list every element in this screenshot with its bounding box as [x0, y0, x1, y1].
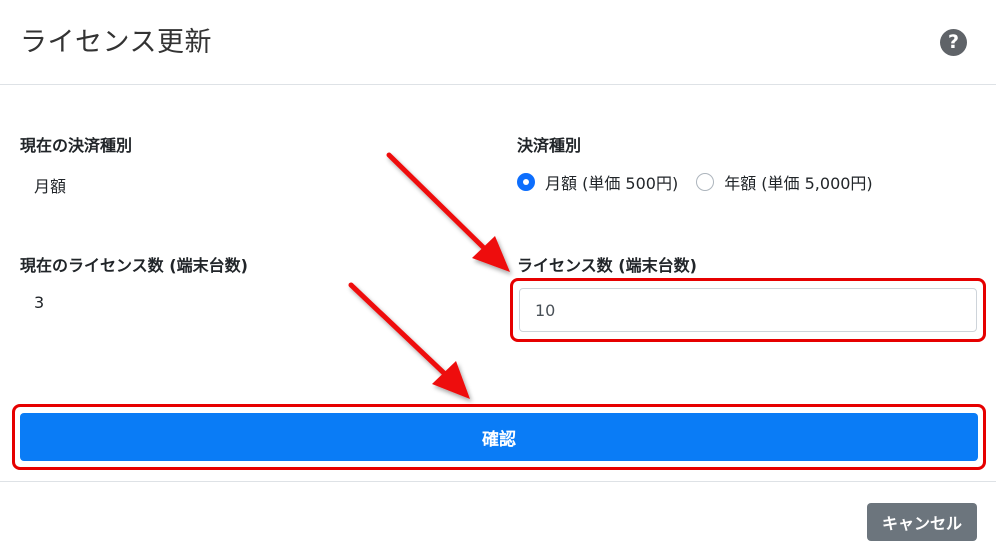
dialog-title: ライセンス更新 [20, 27, 212, 58]
payment-type-radio-group: 月額 (単価 500円) 年額 (単価 5,000円) [517, 170, 891, 194]
current-payment-label: 現在の決済種別 [20, 136, 133, 155]
radio-checked-icon[interactable] [517, 173, 535, 191]
radio-yearly[interactable]: 年額 (単価 5,000円) [696, 170, 873, 194]
license-count-highlight [510, 278, 986, 342]
radio-yearly-label: 年額 (単価 5,000円) [724, 174, 873, 193]
radio-monthly-label: 月額 (単価 500円) [545, 174, 679, 193]
dialog-header: ライセンス更新 ? [0, 0, 996, 85]
license-count-label: ライセンス数 (端末台数) [517, 256, 697, 275]
confirm-button[interactable]: 確認 [20, 413, 978, 461]
cancel-button[interactable]: キャンセル [867, 503, 977, 541]
radio-monthly[interactable]: 月額 (単価 500円) [517, 170, 678, 194]
license-update-dialog: ライセンス更新 ? 現在の決済種別 月額 現在のライセンス数 (端末台数) 3 … [0, 0, 996, 559]
radio-unchecked-icon[interactable] [696, 173, 715, 191]
license-count-input[interactable] [519, 288, 977, 332]
arrow-to-confirm-button [348, 282, 470, 399]
current-payment-value: 月額 [34, 177, 67, 196]
question-circle-icon[interactable]: ? [940, 29, 967, 56]
current-licenses-value: 3 [34, 293, 45, 312]
confirm-button-highlight: 確認 [12, 404, 986, 470]
payment-type-label: 決済種別 [517, 136, 582, 155]
dialog-footer: キャンセル [0, 481, 996, 559]
current-licenses-label: 現在のライセンス数 (端末台数) [20, 256, 248, 275]
arrow-to-license-input [386, 152, 510, 272]
